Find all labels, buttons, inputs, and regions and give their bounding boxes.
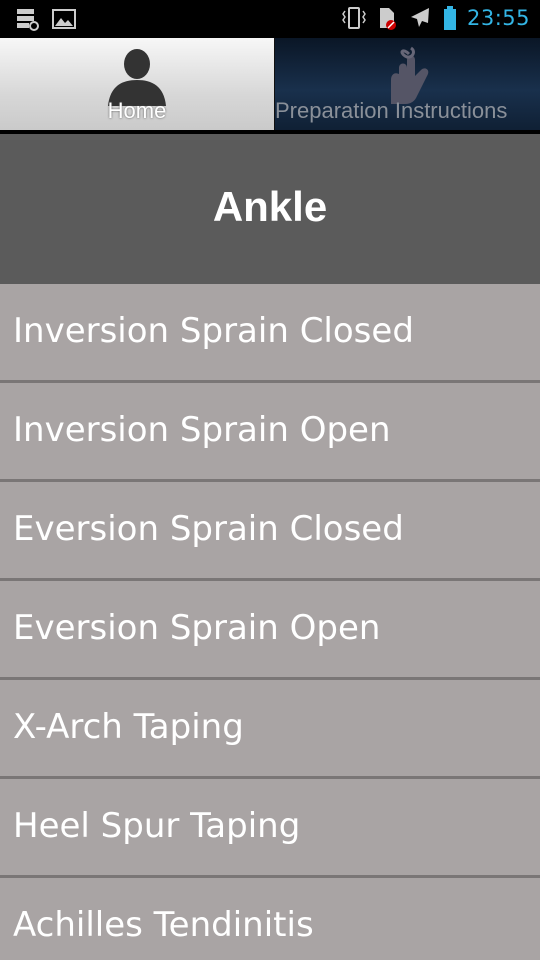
tab-bar: Home Preparation Instructions: [0, 38, 540, 133]
list-item-label: Inversion Sprain Open: [13, 410, 391, 450]
tab-home-label: Home: [107, 98, 167, 123]
condition-list: Inversion Sprain Closed Inversion Sprain…: [0, 284, 540, 960]
battery-icon: [443, 5, 457, 31]
list-item-inversion-sprain-open[interactable]: Inversion Sprain Open: [0, 383, 540, 482]
clock: 23:55: [466, 6, 530, 30]
list-item-label: Heel Spur Taping: [13, 806, 301, 846]
list-item-achilles-tendinitis[interactable]: Achilles Tendinitis: [0, 878, 540, 960]
list-item-label: Inversion Sprain Closed: [13, 311, 414, 351]
list-item-eversion-sprain-open[interactable]: Eversion Sprain Open: [0, 581, 540, 680]
list-item-label: Eversion Sprain Closed: [13, 509, 404, 549]
list-item-heel-spur-taping[interactable]: Heel Spur Taping: [0, 779, 540, 878]
page-header: Ankle: [0, 134, 540, 284]
image-icon: [52, 7, 76, 31]
list-item-label: Achilles Tendinitis: [13, 905, 314, 945]
tab-home[interactable]: Home: [0, 38, 274, 133]
page-title: Ankle: [212, 183, 328, 230]
vibrate-icon: [341, 5, 367, 31]
list-item-eversion-sprain-closed[interactable]: Eversion Sprain Closed: [0, 482, 540, 581]
list-item-inversion-sprain-closed[interactable]: Inversion Sprain Closed: [0, 284, 540, 383]
list-item-x-arch-taping[interactable]: X-Arch Taping: [0, 680, 540, 779]
status-bar: 23:55: [0, 0, 540, 38]
airplane-icon: [407, 5, 433, 31]
tab-preparation-instructions[interactable]: Preparation Instructions: [274, 38, 540, 133]
list-item-label: Eversion Sprain Open: [13, 608, 381, 648]
list-item-label: X-Arch Taping: [13, 707, 244, 747]
storage-icon: [16, 7, 40, 31]
tab-preparation-instructions-label: Preparation Instructions: [275, 98, 508, 123]
sim-blocked-icon: [377, 5, 397, 31]
